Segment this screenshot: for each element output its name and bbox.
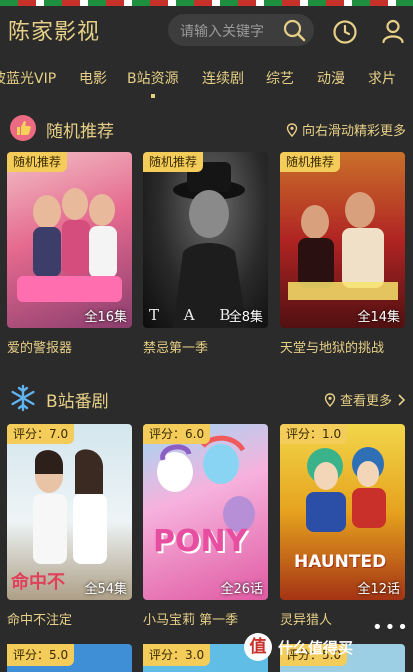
rating-tag: 评分：3.0: [143, 644, 211, 666]
rating-tag: 评分：1.0: [280, 424, 348, 444]
watermark: 值 什么值得买: [244, 630, 413, 664]
poster-image[interactable]: 随机推荐 全16集: [7, 152, 132, 328]
media-card[interactable]: 评分：6.0 PONY 全26话 小马宝莉 第一季: [143, 424, 268, 628]
nav-active-indicator: [151, 94, 155, 98]
snowflake-icon: [11, 384, 35, 412]
card-title[interactable]: 爱的警报器: [7, 337, 132, 356]
poster-art: [306, 447, 386, 532]
poster-image[interactable]: 评分：7.0 命中不 全54集: [7, 424, 132, 600]
nav-item-series[interactable]: 连续剧: [202, 68, 244, 88]
poster-text: HAUNTED: [294, 552, 387, 572]
section-more-link[interactable]: 查看更多: [324, 390, 406, 409]
media-card[interactable]: 随机推荐 全14集 天堂与地狱的挑战: [280, 152, 405, 356]
section-more-link[interactable]: 向右滑动精彩更多: [286, 120, 406, 139]
nav-item-movie[interactable]: 电影: [79, 68, 107, 88]
poster-art: [288, 192, 398, 300]
episode-count: 全8集: [228, 310, 263, 325]
episode-count: 全12话: [357, 582, 400, 597]
card-title[interactable]: 禁忌第一季: [143, 337, 268, 356]
search-icon[interactable]: [282, 18, 306, 42]
poster-text: 命中不: [11, 572, 65, 593]
poster-art: [17, 188, 122, 302]
media-card[interactable]: 随机推荐 全16集 爱的警报器: [7, 152, 132, 356]
section-title: B站番剧: [46, 392, 109, 412]
location-pin-icon: [286, 122, 298, 137]
poster-text: PONY: [153, 524, 248, 559]
poster-art: [173, 162, 247, 328]
section-title: 随机推荐: [46, 122, 114, 142]
episode-count: 全54集: [84, 582, 127, 597]
poster-image[interactable]: 随机推荐 全14集: [280, 152, 405, 328]
recommend-tag: 随机推荐: [143, 152, 204, 172]
nav-item-bluray-vip[interactable]: 波蓝光VIP: [0, 68, 56, 88]
watermark-text: 什么值得买: [278, 638, 354, 657]
nav-item-bilibili[interactable]: B站资源: [127, 68, 179, 88]
media-card[interactable]: 评分：1.0 HAUNTED 全12话 灵异猎人: [280, 424, 405, 628]
media-card[interactable]: 评分：7.0 命中不 全54集 命中不注定: [7, 424, 132, 628]
chevron-right-icon: [398, 393, 406, 406]
recommend-tag: 随机推荐: [280, 152, 341, 172]
search-placeholder: 请输入关键字: [180, 24, 264, 40]
poster-image[interactable]: 评分：6.0 PONY 全26话: [143, 424, 268, 600]
poster-image[interactable]: 评分：1.0 HAUNTED 全12话: [280, 424, 405, 600]
category-nav: 波蓝光VIP 电影 B站资源 连续剧 综艺 动漫 求片: [0, 66, 413, 100]
watermark-logo: 值: [244, 633, 272, 661]
card-title[interactable]: 命中不注定: [7, 609, 132, 628]
nav-item-request[interactable]: 求片: [368, 68, 396, 88]
episode-count: 全14集: [357, 310, 400, 325]
rating-tag: 评分：5.0: [7, 644, 75, 666]
section-header-bilibili: B站番剧 查看更多: [0, 381, 413, 417]
media-card[interactable]: 随机推荐 T A B 全8集 禁忌第一季: [143, 152, 268, 356]
section-header-random: 随机推荐 向右滑动精彩更多: [0, 111, 413, 147]
rating-tag: 评分：6.0: [143, 424, 211, 444]
card-title[interactable]: 小马宝莉 第一季: [143, 609, 268, 628]
user-icon[interactable]: [380, 18, 406, 44]
poster-image[interactable]: 随机推荐 T A B 全8集: [143, 152, 268, 328]
history-clock-icon[interactable]: [332, 19, 358, 45]
rating-tag: 评分：7.0: [7, 424, 75, 444]
search-input[interactable]: 请输入关键字: [168, 14, 314, 46]
card-title[interactable]: 天堂与地狱的挑战: [280, 337, 405, 356]
poster-art: [157, 435, 255, 532]
recommend-tag: 随机推荐: [7, 152, 68, 172]
thumbs-up-icon: [10, 115, 36, 141]
section-more-label: 向右滑动精彩更多: [301, 124, 406, 139]
app-header: 陈家影视 请输入关键字: [0, 6, 413, 56]
episode-count: 全16集: [84, 310, 127, 325]
nav-item-variety[interactable]: 综艺: [266, 68, 294, 88]
location-pin-icon: [324, 392, 336, 407]
section-more-label: 查看更多: [339, 394, 392, 409]
nav-item-anime[interactable]: 动漫: [317, 68, 345, 88]
app-title: 陈家影视: [8, 20, 101, 45]
episode-count: 全26话: [220, 582, 263, 597]
poster-text: T A B: [149, 306, 241, 324]
